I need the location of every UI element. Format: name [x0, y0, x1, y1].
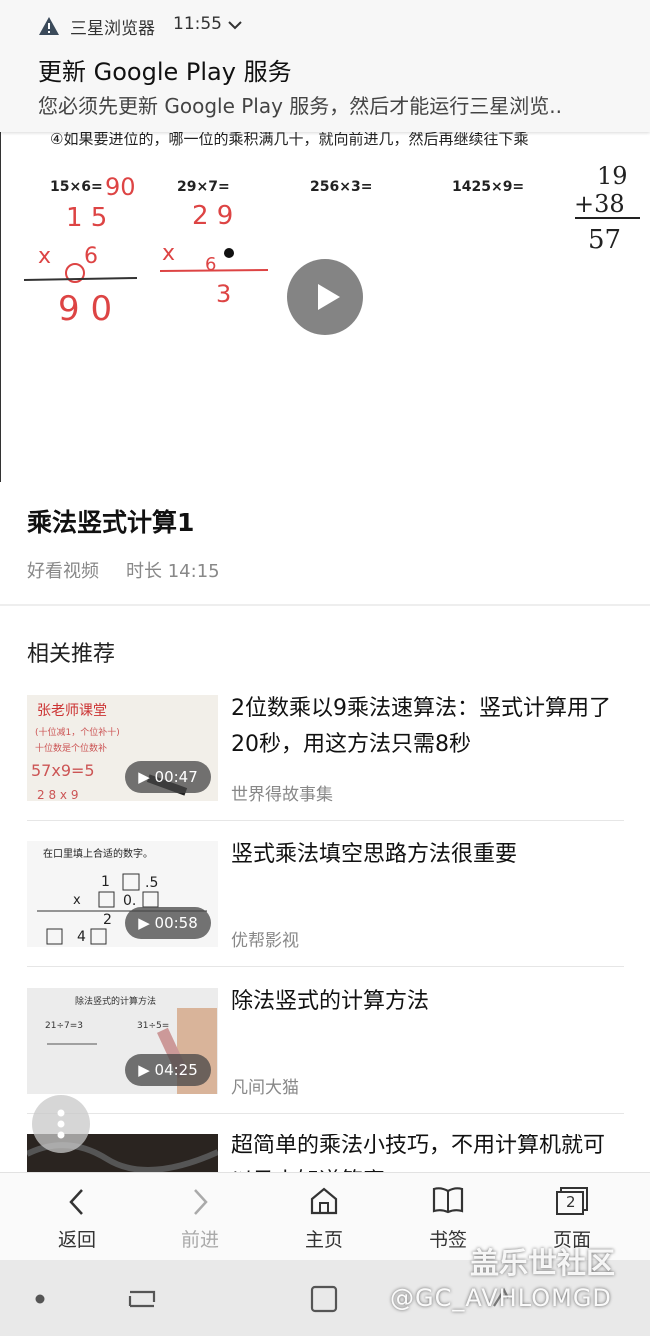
play-icon: ▶ — [138, 1061, 155, 1079]
related-item-title: 除法竖式的计算方法 — [231, 989, 430, 1014]
watermark-handle: @GC_AVHLOMGD — [390, 1284, 612, 1312]
svg-text:2 9: 2 9 — [192, 201, 233, 231]
more-vertical-icon — [57, 1109, 65, 1139]
watermark-text: 盖乐世社区 — [470, 1246, 616, 1280]
video-duration: 时长 14:15 — [126, 561, 220, 582]
svg-text:21÷7=3: 21÷7=3 — [45, 1021, 83, 1031]
notification-app-name: 三星浏览器 — [70, 19, 155, 39]
forward-button[interactable]: 前进 — [150, 1173, 250, 1261]
dot-indicator-icon — [35, 1294, 45, 1304]
svg-text:(十位减1，个位补十): (十位减1，个位补十) — [35, 726, 120, 738]
item-separator — [27, 1113, 624, 1114]
board-problem-3: 256×3= — [310, 179, 372, 195]
duration-text: 00:47 — [154, 768, 198, 786]
board-problem-2: 29×7= — [177, 179, 230, 195]
notification-time: 11:55 — [173, 14, 222, 34]
video-title: 乘法竖式计算1 — [27, 508, 195, 537]
svg-text:张老师课堂: 张老师课堂 — [37, 703, 107, 719]
svg-text:2 8 x 9: 2 8 x 9 — [37, 788, 78, 801]
board-answer-1: 90 — [105, 173, 136, 201]
forward-icon — [194, 1189, 208, 1215]
notification-title: 更新 Google Play 服务 — [38, 58, 292, 86]
item-separator — [27, 966, 624, 967]
svg-text:9 0: 9 0 — [58, 289, 112, 329]
thumbnail-text: 除法竖式的计算方法 — [75, 995, 156, 1007]
warning-icon — [39, 17, 59, 35]
board-rule-text: ④如果要进位的，哪一位的乘积满几十，就向前进几，然后再继续往下乘 — [50, 132, 528, 148]
svg-text:0.: 0. — [123, 893, 136, 909]
bookmark-book-icon — [432, 1187, 464, 1214]
back-label: 返回 — [57, 1229, 96, 1251]
svg-text:2: 2 — [103, 912, 112, 928]
board-sum-a: 19 — [597, 162, 628, 190]
board-problem-4: 1425×9= — [452, 179, 524, 195]
related-item[interactable]: 张老师课堂 (十位减1，个位补十) 十位数是个位数补 57x9=5 2 8 x … — [27, 695, 624, 825]
play-icon: ▶ — [138, 914, 155, 932]
related-item[interactable]: 在口里填上合适的数字。 1 .5 x 0. 2 4 ▶ 00:58 竖式乘法填空… — [27, 841, 624, 971]
related-item-title: 2位数乘以9乘法速算法：竖式计算用了20秒，用这方法只需8秒 — [231, 696, 611, 757]
svg-text:3: 3 — [216, 280, 231, 308]
more-options-button[interactable] — [32, 1095, 90, 1153]
duration-text: 04:25 — [154, 1061, 198, 1079]
tab-count: 2 — [566, 1193, 576, 1211]
home-label: 主页 — [304, 1229, 343, 1251]
item-separator — [27, 820, 624, 821]
play-button[interactable] — [287, 259, 363, 335]
svg-text:十位数是个位数补: 十位数是个位数补 — [35, 742, 107, 754]
forward-label: 前进 — [180, 1229, 219, 1251]
home-nav-icon[interactable] — [309, 1284, 339, 1314]
notification-body: 您必须先更新 Google Play 服务，然后才能运行三星浏览.. — [38, 94, 563, 118]
duration-badge: ▶ 00:58 — [125, 907, 211, 939]
svg-text:4: 4 — [77, 929, 86, 945]
play-icon: ▶ — [138, 768, 155, 786]
video-source: 好看视频 — [27, 561, 99, 582]
svg-text:6: 6 — [84, 244, 98, 269]
svg-text:1: 1 — [101, 874, 110, 890]
board-problem-1: 15×6= — [50, 179, 103, 195]
duration-badge: ▶ 00:47 — [125, 761, 211, 793]
related-item-source: 凡间大猫 — [231, 1078, 299, 1098]
svg-text:1 5: 1 5 — [66, 203, 107, 233]
chevron-down-icon[interactable] — [228, 20, 242, 30]
related-item-title: 竖式乘法填空思路方法很重要 — [231, 842, 518, 867]
svg-text:x: x — [73, 893, 81, 908]
svg-text:6: 6 — [205, 254, 216, 275]
back-button[interactable]: 返回 — [27, 1173, 127, 1261]
duration-badge: ▶ 04:25 — [125, 1054, 211, 1086]
thumbnail-text: 在口里填上合适的数字。 — [43, 847, 153, 860]
section-divider — [0, 604, 650, 606]
svg-text:.5: .5 — [145, 875, 158, 891]
svg-text:x: x — [162, 241, 175, 266]
update-notification[interactable]: 三星浏览器 11:55 更新 Google Play 服务 您必须先更新 Goo… — [0, 0, 650, 132]
recent-apps-icon[interactable] — [126, 1284, 158, 1314]
board-sum-result: 57 — [588, 225, 621, 255]
related-item[interactable]: 超简单的乘法小技巧，不用计算机就可以马上知道答案 — [27, 1134, 624, 1172]
related-item-source: 优帮影视 — [231, 931, 299, 951]
home-button[interactable]: 主页 — [274, 1173, 374, 1261]
back-icon — [69, 1189, 83, 1215]
play-icon — [318, 284, 340, 310]
board-sum-b: +38 — [574, 190, 625, 218]
home-icon — [310, 1187, 338, 1215]
related-item[interactable]: 除法竖式的计算方法 21÷7=3 31÷5= ▶ 04:25 除法竖式的计算方法… — [27, 988, 624, 1118]
svg-text:x: x — [38, 244, 51, 269]
duration-text: 00:58 — [154, 914, 198, 932]
related-heading: 相关推荐 — [27, 642, 116, 667]
related-item-source: 世界得故事集 — [231, 785, 333, 805]
related-item-title: 超简单的乘法小技巧，不用计算机就可以马上知道答案 — [231, 1134, 606, 1172]
svg-text:57x9=5: 57x9=5 — [31, 761, 95, 780]
